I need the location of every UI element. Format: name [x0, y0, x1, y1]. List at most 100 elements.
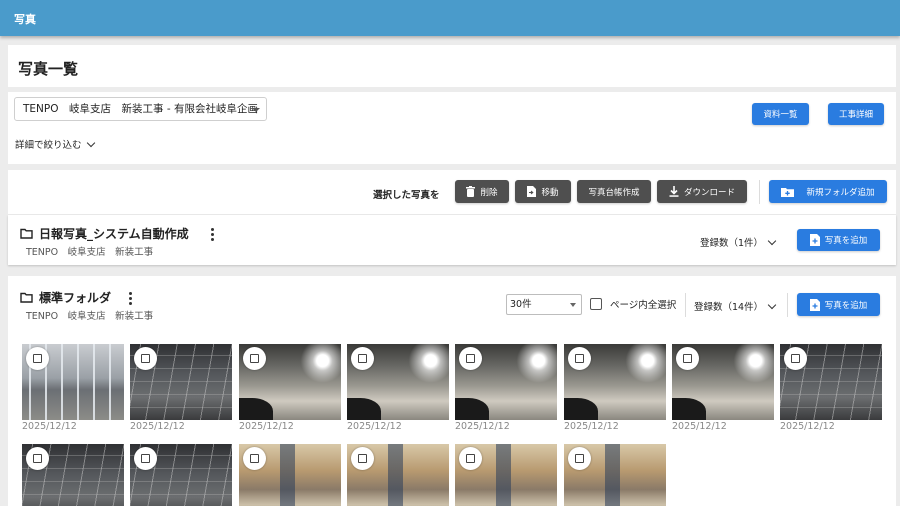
photo-checkbox[interactable]: [26, 347, 49, 370]
folder-count-toggle[interactable]: 登録数（1件）: [700, 235, 777, 249]
folder-divider: [685, 293, 686, 317]
photo-date: 2025/12/12: [239, 421, 294, 432]
photo-checkbox[interactable]: [134, 347, 157, 370]
photo-checkbox[interactable]: [568, 447, 591, 470]
checkbox-icon: [358, 354, 367, 363]
page-title-card: [8, 45, 896, 87]
photo-checkbox[interactable]: [134, 447, 157, 470]
photo-checkbox[interactable]: [784, 347, 807, 370]
trash-icon: [466, 186, 476, 197]
toolbar-divider: [759, 180, 760, 204]
photo-thumbnail[interactable]: [347, 444, 449, 506]
checkbox-icon: [575, 454, 584, 463]
photo-thumbnail[interactable]: [455, 344, 557, 420]
photo-date: 2025/12/12: [455, 421, 510, 432]
photo-checkbox[interactable]: [568, 347, 591, 370]
checkbox-icon: [250, 354, 259, 363]
delete-button[interactable]: 削除: [455, 180, 509, 203]
construction-details-button[interactable]: 工事詳細: [828, 103, 884, 125]
app-title: 写真: [14, 13, 36, 26]
filter-toggle-label: 詳細で絞り込む: [15, 140, 82, 151]
delete-button-label: 削除: [480, 187, 498, 198]
move-button-label: 移動: [541, 187, 559, 198]
download-button[interactable]: ダウンロード: [657, 180, 747, 203]
construction-details-button-label: 工事詳細: [838, 110, 873, 120]
app-bar: 写真: [0, 0, 900, 36]
new-folder-button-label: 新規フォルダ追加: [806, 187, 875, 198]
photo-checkbox[interactable]: [26, 447, 49, 470]
photo-date: 2025/12/12: [564, 421, 619, 432]
photo-thumbnail[interactable]: [780, 344, 882, 420]
kebab-menu-icon[interactable]: [129, 292, 133, 307]
checkbox-icon[interactable]: [590, 298, 602, 310]
select-all-on-page[interactable]: ページ内全選択: [590, 297, 676, 311]
create-ledger-button[interactable]: 写真台帳作成: [577, 180, 651, 203]
dropdown-caret-icon: [252, 108, 260, 112]
checkbox-icon: [791, 354, 800, 363]
photo-date: 2025/12/12: [780, 421, 835, 432]
folder-title: 日報写真_システム自動作成: [20, 225, 189, 242]
documents-button-label: 資料一覧: [763, 110, 798, 120]
checkbox-icon: [250, 454, 259, 463]
folder-plus-icon: [781, 187, 795, 197]
selected-photos-label: 選択した写真を: [373, 190, 440, 201]
checkbox-icon: [466, 354, 475, 363]
move-button[interactable]: 移動: [515, 180, 571, 203]
photo-checkbox[interactable]: [459, 447, 482, 470]
checkbox-icon: [33, 354, 42, 363]
folder-title: 標準フォルダ: [20, 289, 111, 306]
folder-count-label: 登録数（14件）: [694, 302, 764, 313]
photo-thumbnail[interactable]: [22, 344, 124, 420]
add-photo-button[interactable]: 写真を追加: [797, 293, 880, 316]
photo-date: 2025/12/12: [130, 421, 185, 432]
checkbox-icon: [466, 454, 475, 463]
page-title: 写真一覧: [18, 60, 79, 78]
photo-thumbnail[interactable]: [672, 344, 774, 420]
photo-thumbnail[interactable]: [239, 444, 341, 506]
add-photo-button-label: 写真を追加: [824, 236, 868, 246]
photo-checkbox[interactable]: [351, 447, 374, 470]
photo-date: 2025/12/12: [22, 421, 77, 432]
filter-toggle[interactable]: 詳細で絞り込む: [15, 137, 95, 151]
photo-checkbox[interactable]: [243, 347, 266, 370]
file-plus-icon: [809, 298, 820, 311]
photo-thumbnail[interactable]: [564, 444, 666, 506]
folder-name: 日報写真_システム自動作成: [39, 227, 189, 241]
chevron-down-icon: [86, 138, 95, 148]
folder-divider: [787, 293, 788, 317]
download-button-label: ダウンロード: [683, 187, 735, 198]
photo-thumbnail[interactable]: [130, 444, 232, 506]
folder-count-toggle[interactable]: 登録数（14件）: [694, 299, 777, 313]
folder-name: 標準フォルダ: [39, 291, 112, 305]
select-all-label: ページ内全選択: [610, 300, 677, 311]
file-plus-icon: [809, 234, 820, 246]
photo-checkbox[interactable]: [676, 347, 699, 370]
kebab-menu-icon[interactable]: [211, 228, 215, 243]
photo-thumbnail[interactable]: [130, 344, 232, 420]
new-folder-button[interactable]: 新規フォルダ追加: [769, 180, 887, 203]
photo-checkbox[interactable]: [243, 447, 266, 470]
add-photo-button[interactable]: 写真を追加: [797, 229, 880, 251]
photo-checkbox[interactable]: [351, 347, 374, 370]
checkbox-icon: [33, 454, 42, 463]
folder-icon: [20, 228, 33, 239]
photo-checkbox[interactable]: [459, 347, 482, 370]
checkbox-icon: [575, 354, 584, 363]
move-file-icon: [527, 186, 537, 197]
documents-button[interactable]: 資料一覧: [752, 103, 809, 125]
project-select[interactable]: TENPO 岐阜支店 新装工事 - 有限会社岐阜企画: [14, 97, 267, 121]
photo-date: 2025/12/12: [672, 421, 727, 432]
photo-thumbnail[interactable]: [22, 444, 124, 506]
folder-subtitle: TENPO 岐阜支店 新装工事: [26, 311, 154, 322]
per-page-select[interactable]: 30件: [506, 294, 582, 315]
checkbox-icon: [358, 454, 367, 463]
download-icon: [669, 186, 679, 197]
photo-thumbnail[interactable]: [564, 344, 666, 420]
folder-count-label: 登録数（1件）: [700, 238, 764, 249]
photo-thumbnail[interactable]: [347, 344, 449, 420]
photo-thumbnail[interactable]: [239, 344, 341, 420]
add-photo-button-label: 写真を追加: [824, 300, 868, 311]
photo-thumbnail[interactable]: [455, 444, 557, 506]
chevron-down-icon: [767, 236, 777, 246]
chevron-down-icon: [767, 300, 777, 310]
